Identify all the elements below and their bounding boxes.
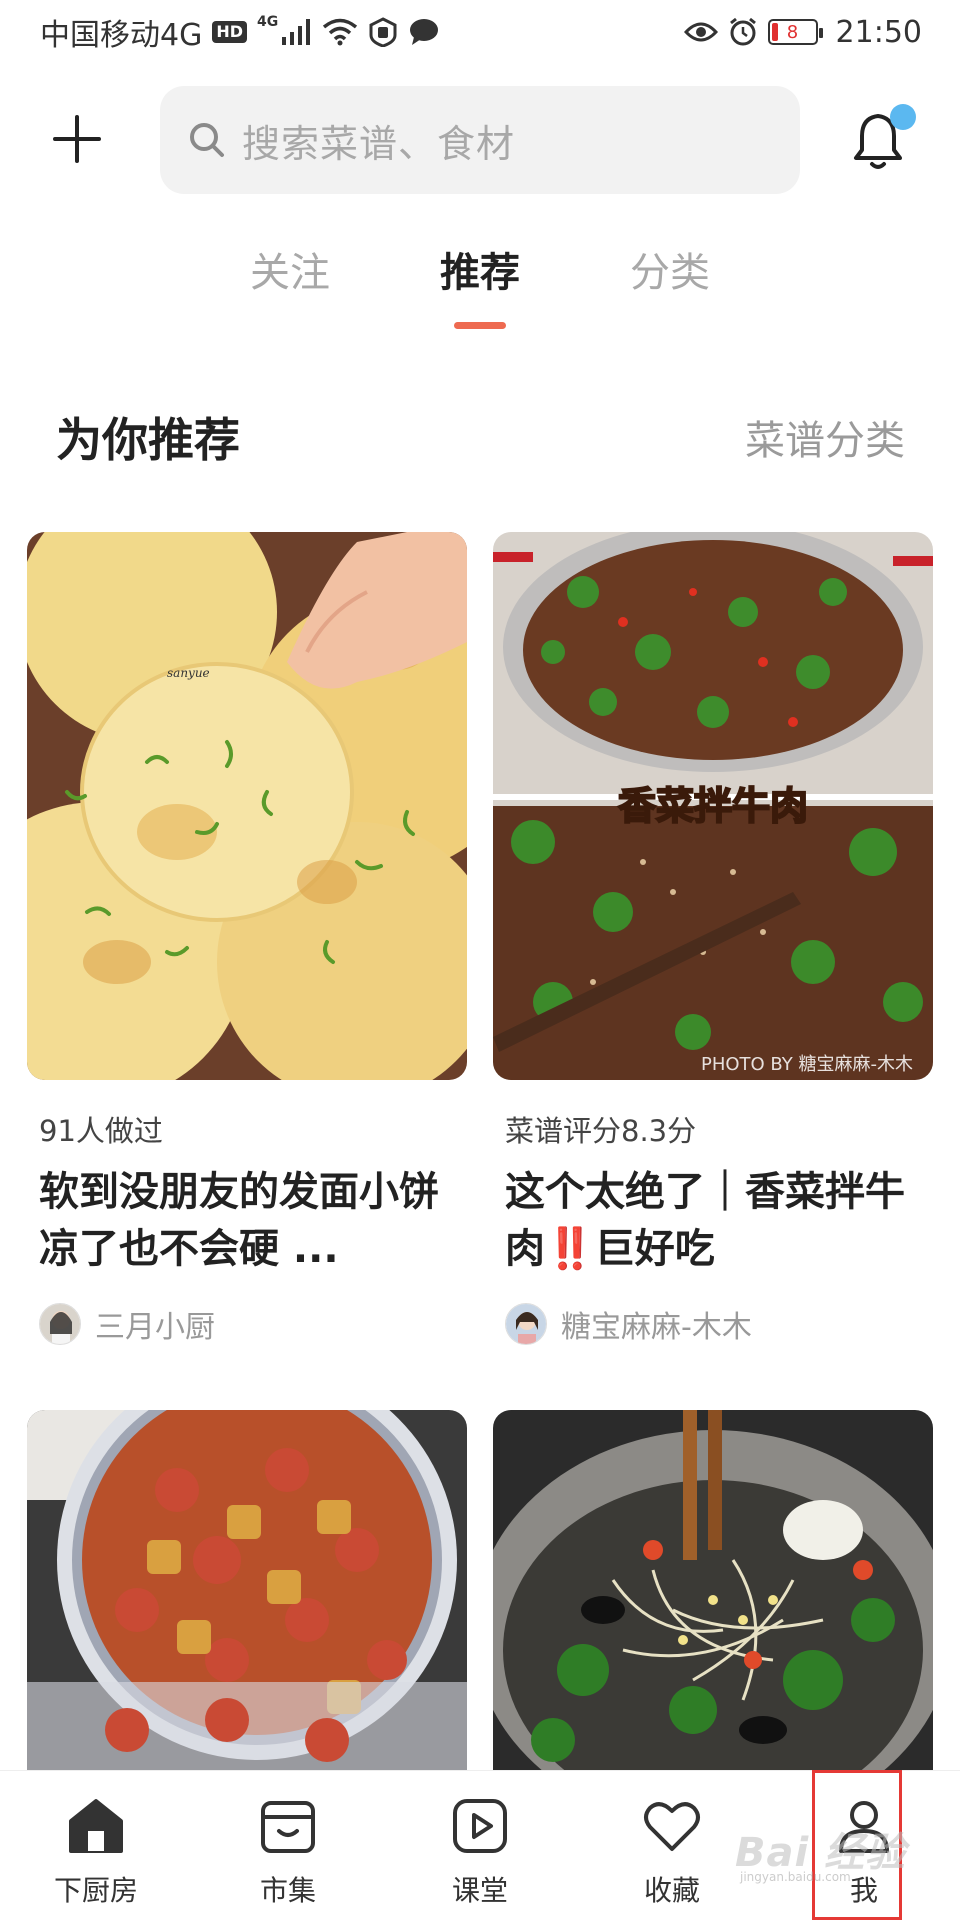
search-bar[interactable]: 搜索菜谱、食材 — [160, 86, 800, 194]
alarm-icon — [729, 17, 756, 46]
recipe-card[interactable]: 香菜拌牛肉 PHOTO BY 糖宝麻麻-木木 菜谱评分8.3分 这个太绝了｜香菜… — [493, 532, 933, 1346]
signal-icon — [282, 19, 311, 45]
tab-recommend-label: 推荐 — [440, 250, 520, 296]
nav-label: 收藏 — [643, 1874, 700, 1907]
card-title[interactable]: 这个太绝了｜香菜拌牛肉‼️巨好吃 — [505, 1164, 925, 1278]
card-meta: 菜谱评分8.3分 — [505, 1114, 697, 1148]
battery-level: 8 — [786, 21, 799, 43]
heart-icon — [644, 1802, 700, 1851]
nav-label: 课堂 — [451, 1874, 508, 1907]
add-icon[interactable] — [52, 114, 102, 164]
network-gen-label: 4G — [257, 14, 279, 30]
nav-item-home[interactable]: 下厨房 — [21, 1771, 171, 1909]
recipe-image-bean-sprout-salad[interactable] — [493, 1410, 933, 1770]
search-icon — [190, 123, 224, 157]
home-icon — [69, 1799, 123, 1853]
message-icon — [410, 19, 439, 45]
eye-icon — [683, 22, 718, 42]
wifi-icon — [323, 18, 358, 46]
carrier-label: 中国移动4G — [40, 18, 203, 53]
recipe-card[interactable] — [493, 1410, 933, 1770]
top-header: 搜索菜谱、食材 — [0, 84, 960, 194]
nav-item-classroom[interactable]: 课堂 — [405, 1771, 555, 1909]
battery-indicator: 8 — [767, 19, 823, 45]
image-credit: PHOTO BY 糖宝麻麻-木木 — [701, 1054, 913, 1075]
tab-following-label: 关注 — [250, 250, 330, 296]
market-icon — [261, 1801, 315, 1853]
card-title[interactable]: 软到没朋友的发面小饼 凉了也不会硬 ... — [39, 1164, 459, 1278]
nav-item-market[interactable]: 市集 — [213, 1771, 363, 1909]
status-bar: 中国移动4G HD 4G 8 21:50 — [0, 0, 960, 64]
active-tab-indicator — [454, 322, 506, 329]
recipe-card[interactable] — [27, 1410, 467, 1770]
play-icon — [453, 1799, 507, 1853]
author-row[interactable]: 三月小厨 — [39, 1302, 467, 1346]
tab-following[interactable]: 关注 — [250, 240, 330, 320]
author-name: 三月小厨 — [95, 1310, 215, 1345]
tab-recommend[interactable]: 推荐 — [440, 240, 520, 329]
image-caption: 香菜拌牛肉 — [618, 784, 808, 828]
feed-tabs: 关注 推荐 分类 — [0, 240, 960, 340]
tab-category[interactable]: 分类 — [630, 240, 710, 320]
recipe-category-link[interactable]: 菜谱分类 — [745, 408, 905, 466]
tab-category-label: 分类 — [630, 250, 710, 296]
nav-label: 下厨房 — [53, 1874, 138, 1907]
card-meta: 91人做过 — [39, 1114, 163, 1148]
recipe-image-sausage-potato[interactable] — [27, 1410, 467, 1770]
section-title: 为你推荐 — [56, 413, 240, 467]
recipe-image-cilantro-beef[interactable]: 香菜拌牛肉 PHOTO BY 糖宝麻麻-木木 — [493, 532, 933, 1080]
recipe-card[interactable]: sanyue 91人做过 软到没朋友的发面小饼 凉了也不会硬 ... 三月小厨 — [27, 532, 467, 1346]
avatar — [505, 1303, 547, 1345]
watermark-url: jingyan.baidu.com — [740, 1870, 851, 1884]
nav-label: 市集 — [259, 1874, 316, 1907]
hand-shield-icon — [369, 17, 397, 47]
nav-item-favorites[interactable]: 收藏 — [597, 1771, 747, 1909]
avatar — [39, 1303, 81, 1345]
image-signature: sanyue — [167, 666, 210, 680]
clock: 21:50 — [835, 14, 922, 50]
author-name: 糖宝麻麻-木木 — [561, 1310, 752, 1345]
hd-badge: HD — [212, 21, 248, 43]
author-row[interactable]: 糖宝麻麻-木木 — [505, 1302, 933, 1346]
search-placeholder: 搜索菜谱、食材 — [242, 121, 516, 166]
recipe-image-flatbread[interactable]: sanyue — [27, 532, 467, 1080]
notification-dot — [890, 104, 916, 130]
